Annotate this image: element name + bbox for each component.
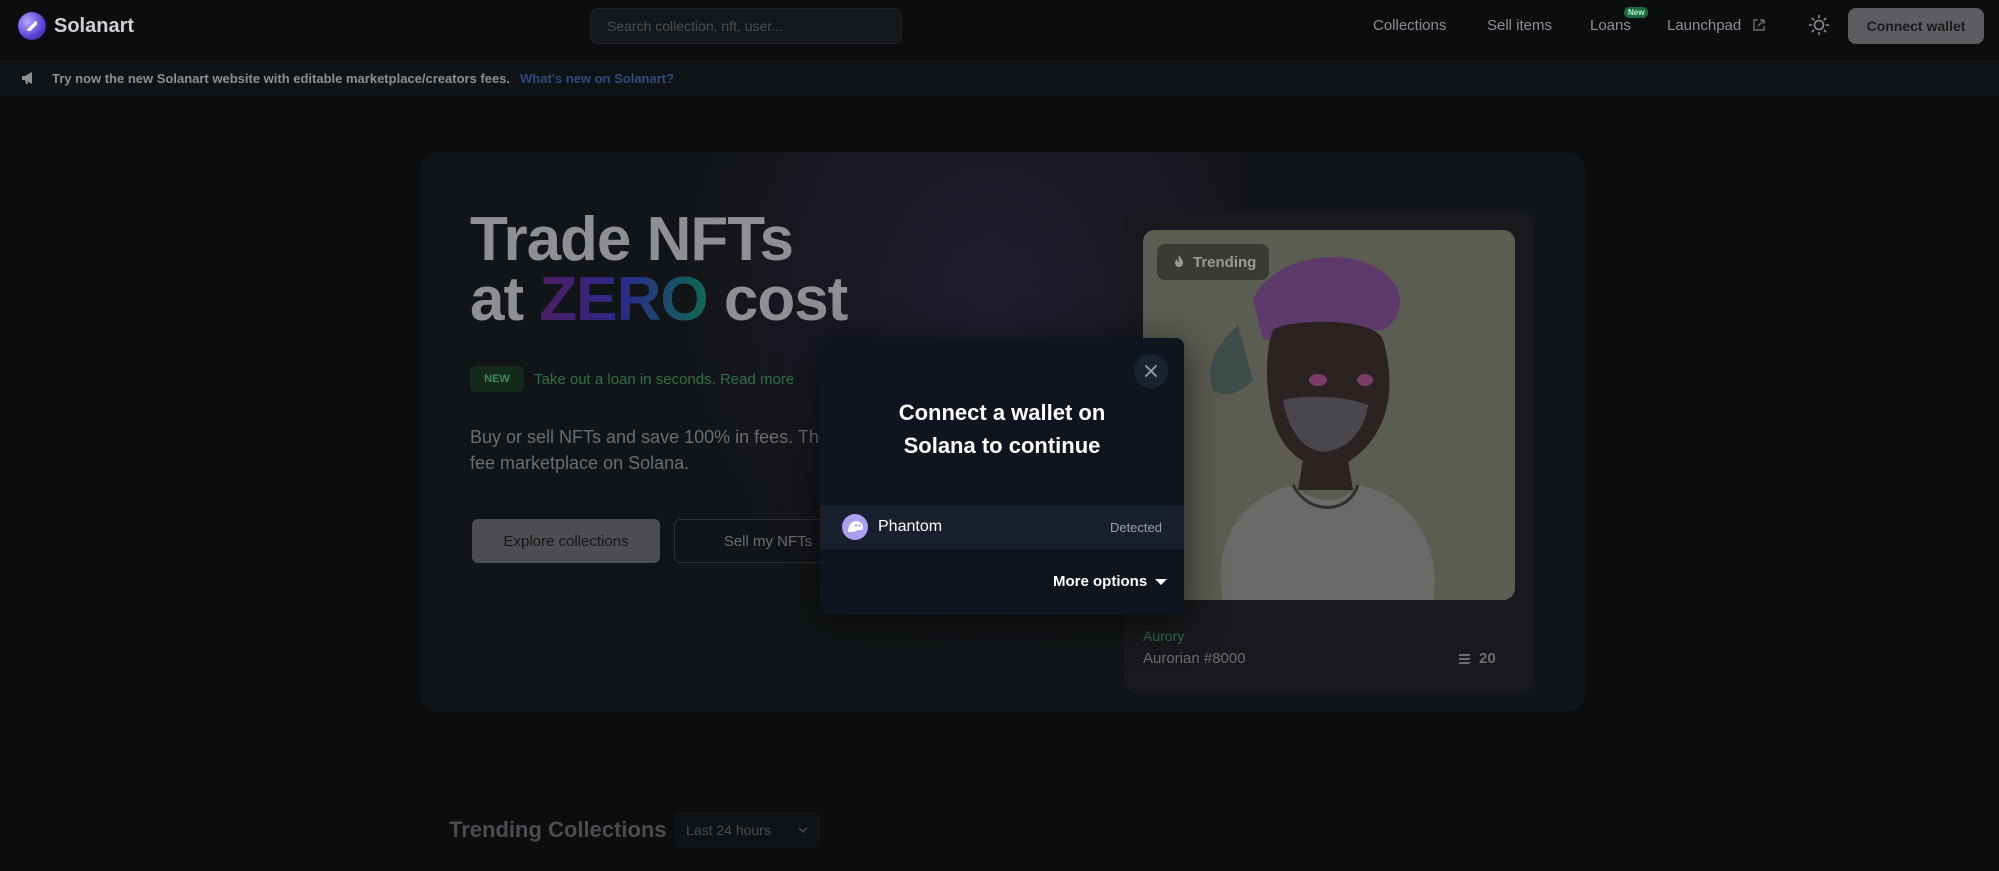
wallet-status: Detected xyxy=(1109,520,1162,535)
wallet-name: Phantom xyxy=(878,518,943,535)
modal-title-line1: Connect a wallet on xyxy=(898,400,1106,425)
connect-wallet-modal: Connect a wallet on Solana to continue P… xyxy=(820,338,1184,614)
close-modal-button[interactable] xyxy=(1134,354,1168,388)
caret-down-icon xyxy=(1155,578,1168,585)
flame-icon xyxy=(1175,255,1183,267)
modal-title-line2: Solana to continue xyxy=(903,433,1101,458)
trending-badge: Trending xyxy=(1157,244,1269,280)
modal-title: Connect a wallet on Solana to continue xyxy=(820,396,1184,462)
close-icon xyxy=(1145,365,1157,377)
wallet-option-phantom[interactable]: Phantom Detected xyxy=(820,505,1184,549)
more-options-button[interactable]: More options xyxy=(1053,573,1168,590)
trending-label: Trending xyxy=(1193,253,1257,271)
more-options-label: More options xyxy=(1053,573,1148,590)
phantom-icon xyxy=(842,514,868,540)
